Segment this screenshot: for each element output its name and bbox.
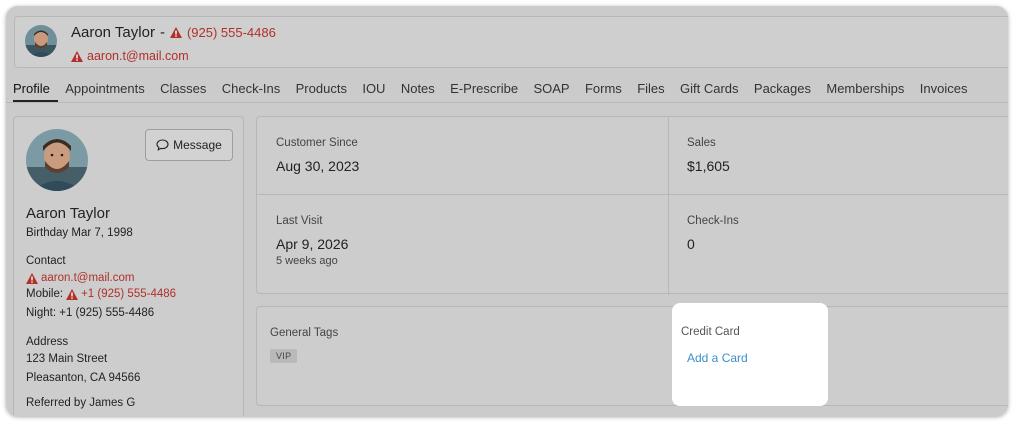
- profile-night-phone: Night: +1 (925) 555-4486: [26, 307, 155, 319]
- warning-icon: [169, 27, 182, 38]
- header-customer-name: Aaron Taylor: [71, 24, 155, 41]
- profile-card: Message Aaron Taylor Birthday Mar 7, 199…: [13, 116, 244, 416]
- tab-forms[interactable]: Forms: [577, 81, 629, 102]
- customer-since-label: Customer Since: [276, 137, 358, 149]
- credit-card-label: Credit Card: [681, 326, 740, 338]
- tab-invoices[interactable]: Invoices: [912, 81, 975, 102]
- header-phone[interactable]: (925) 555-4486: [187, 25, 276, 40]
- customer-profile-window: Aaron Taylor - (925) 555-4486 aaron.t@ma…: [6, 6, 1008, 416]
- tab-appointments[interactable]: Appointments: [58, 81, 153, 102]
- tab-gift-cards[interactable]: Gift Cards: [672, 81, 746, 102]
- last-visit-relative: 5 weeks ago: [276, 255, 338, 267]
- chat-bubble-icon: [156, 139, 169, 151]
- tag-badge: VIP: [270, 349, 298, 363]
- message-button[interactable]: Message: [145, 129, 233, 161]
- general-tags-label: General Tags: [270, 327, 339, 339]
- profile-email[interactable]: aaron.t@mail.com: [41, 272, 134, 284]
- last-visit-value: Apr 9, 2026: [276, 236, 349, 252]
- address-line-2: Pleasanton, CA 94566: [26, 372, 141, 384]
- customer-header: Aaron Taylor - (925) 555-4486 aaron.t@ma…: [14, 16, 1008, 68]
- header-separator: -: [159, 24, 165, 41]
- stats-divider-horizontal: [257, 194, 1008, 195]
- profile-email-row: aaron.t@mail.com: [26, 272, 134, 284]
- warning-icon: [71, 50, 83, 62]
- mobile-label: Mobile:: [26, 288, 64, 300]
- address-heading: Address: [26, 336, 69, 348]
- sales-value: $1,605: [687, 158, 730, 174]
- header-email[interactable]: aaron.t@mail.com: [87, 49, 189, 63]
- tab-iou[interactable]: IOU: [355, 81, 394, 102]
- profile-mobile[interactable]: +1 (925) 555-4486: [81, 288, 176, 300]
- customer-stats-panel: Customer Since Aug 30, 2023 Sales $1,605…: [256, 116, 1008, 295]
- tab-files[interactable]: Files: [630, 81, 673, 102]
- warning-icon: [66, 288, 79, 300]
- tab-profile[interactable]: Profile: [13, 81, 58, 102]
- last-visit-label: Last Visit: [276, 215, 323, 227]
- customer-avatar: [26, 129, 88, 191]
- message-button-label: Message: [173, 138, 222, 152]
- customer-since-value: Aug 30, 2023: [276, 158, 360, 174]
- check-ins-value: 0: [687, 236, 695, 252]
- tab-check-ins[interactable]: Check-Ins: [214, 81, 288, 102]
- tab-e-prescribe[interactable]: E-Prescribe: [442, 81, 525, 102]
- tab-soap[interactable]: SOAP: [526, 81, 578, 102]
- tags-panel: General Tags VIP: [256, 306, 1008, 406]
- credit-card-section: Credit Card Add a Card: [672, 303, 828, 406]
- customer-avatar-small: [25, 25, 57, 57]
- tab-products[interactable]: Products: [288, 81, 355, 102]
- profile-mobile-row: Mobile: +1 (925) 555-4486: [26, 288, 176, 300]
- add-card-link[interactable]: Add a Card: [687, 351, 748, 365]
- tab-notes[interactable]: Notes: [393, 81, 442, 102]
- header-name-line: Aaron Taylor - (925) 555-4486: [71, 24, 276, 41]
- profile-tabs: Profile Appointments Classes Check-Ins P…: [13, 81, 975, 102]
- tab-classes[interactable]: Classes: [152, 81, 214, 102]
- address-line-1: 123 Main Street: [26, 353, 108, 365]
- warning-icon: [26, 272, 38, 284]
- contact-heading: Contact: [26, 255, 66, 267]
- stats-divider-vertical: [668, 117, 669, 295]
- profile-birthday: Birthday Mar 7, 1998: [26, 227, 133, 239]
- tab-memberships[interactable]: Memberships: [819, 81, 912, 102]
- referred-by: Referred by James G: [26, 397, 136, 409]
- tab-packages[interactable]: Packages: [746, 81, 818, 102]
- sales-label: Sales: [687, 137, 716, 149]
- header-email-line: aaron.t@mail.com: [71, 49, 189, 63]
- profile-name: Aaron Taylor: [26, 205, 110, 222]
- check-ins-label: Check-Ins: [687, 215, 739, 227]
- tabs-divider: [6, 102, 1008, 103]
